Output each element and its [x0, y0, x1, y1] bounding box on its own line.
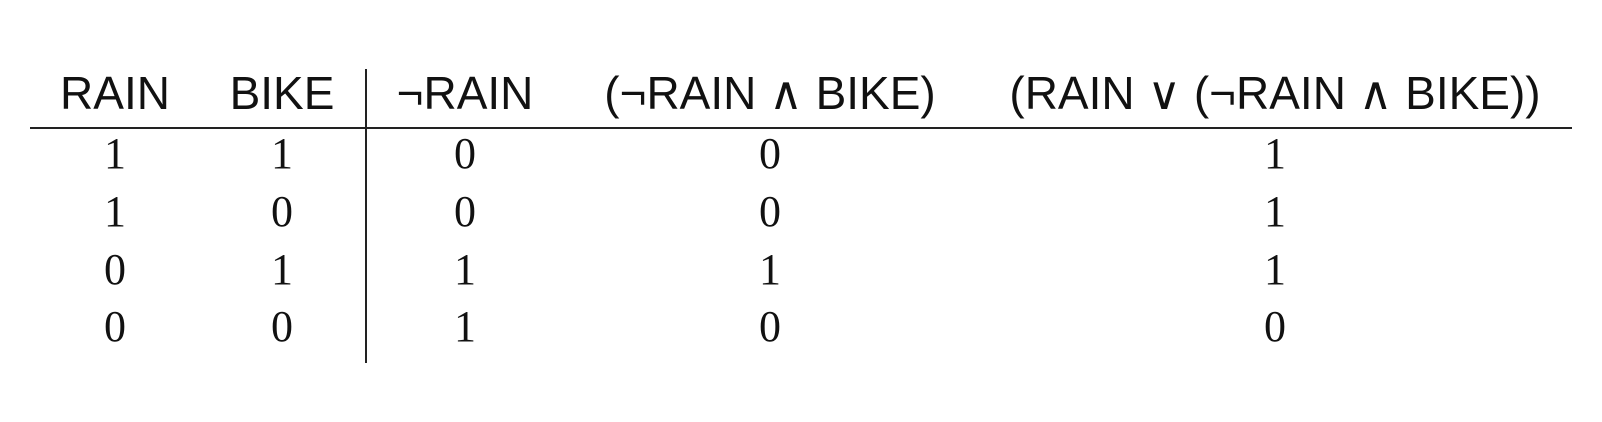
- table-cell: 0: [759, 187, 781, 236]
- table-cell: 1: [759, 245, 781, 294]
- table-cell: 1: [104, 129, 126, 178]
- header-not-rain-and-bike: (¬RAIN ∧ BIKE): [604, 67, 936, 119]
- header-not-rain: ¬RAIN: [396, 67, 534, 119]
- header-divider-line: [30, 127, 1572, 129]
- table-cell: 1: [1264, 129, 1286, 178]
- header-rain: RAIN: [60, 67, 170, 119]
- table-cell: 0: [759, 129, 781, 178]
- truth-table: RAIN BIKE ¬RAIN (¬RAIN ∧ BIKE) (RAIN ∨ (…: [0, 0, 1602, 422]
- table-cell: 1: [271, 129, 293, 178]
- table-cell: 1: [1264, 245, 1286, 294]
- table-cell: 0: [454, 129, 476, 178]
- column-divider-line: [365, 69, 367, 363]
- table-cell: 0: [104, 245, 126, 294]
- table-cell: 1: [271, 245, 293, 294]
- header-bike: BIKE: [229, 67, 335, 119]
- table-cell: 0: [271, 302, 293, 351]
- table-cell: 0: [271, 187, 293, 236]
- table-cell: 1: [454, 302, 476, 351]
- table-cell: 0: [1264, 302, 1286, 351]
- table-cell: 1: [104, 187, 126, 236]
- table-cell: 1: [454, 245, 476, 294]
- table-cell: 0: [104, 302, 126, 351]
- header-rain-or-not-rain-and-bike: (RAIN ∨ (¬RAIN ∧ BIKE)): [1009, 67, 1541, 119]
- table-cell: 0: [454, 187, 476, 236]
- table-cell: 0: [759, 302, 781, 351]
- table-cell: 1: [1264, 187, 1286, 236]
